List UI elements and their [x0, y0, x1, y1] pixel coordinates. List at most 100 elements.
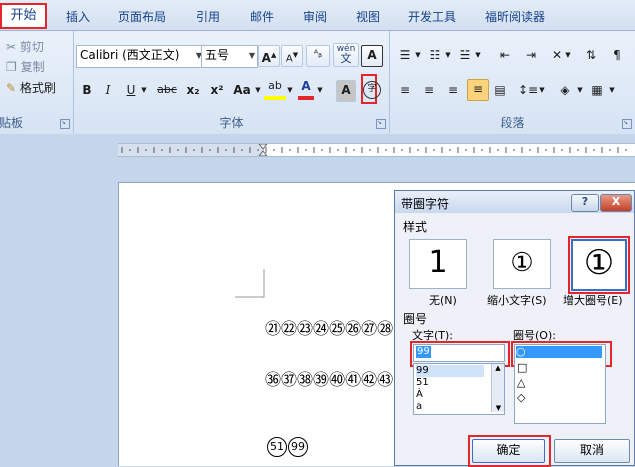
font-size-value: 五号 — [205, 48, 230, 62]
italic-button[interactable]: I — [102, 80, 114, 100]
shading-button[interactable]: ◈ — [556, 80, 574, 100]
sort-button[interactable]: ⇅ — [582, 45, 600, 65]
chevron-down-icon[interactable]: ▼ — [414, 45, 422, 65]
close-button[interactable]: X — [600, 194, 632, 212]
align-right-button[interactable]: ≡ — [444, 80, 462, 100]
text-list-item[interactable]: À — [416, 389, 423, 401]
font-color-button[interactable]: A — [298, 78, 314, 100]
superscript-button[interactable]: x² — [208, 80, 226, 100]
change-case-button[interactable]: Aa — [232, 80, 252, 100]
text-list-scrollbar[interactable]: ▲ ▼ — [491, 364, 504, 412]
paragraph-group: ☰ ▼ ☷ ▼ ☱ ▼ ⇤ ⇥ ✕ ▼ ⇅ ¶ ≡ ≡ ≡ ≡ ▤ ↕≡ ▼ ◈… — [390, 31, 635, 133]
align-center-button[interactable]: ≡ — [420, 80, 438, 100]
align-left-icon: ≡ — [399, 83, 411, 97]
style-enlarge-option[interactable]: ① — [571, 239, 627, 291]
borders-button[interactable]: ▦ — [588, 80, 606, 100]
decrease-indent-button[interactable]: ⇤ — [496, 45, 514, 65]
chevron-down-icon[interactable]: ▼ — [444, 45, 452, 65]
cancel-button[interactable]: 取消 — [554, 439, 630, 463]
tab-view[interactable]: 视图 — [356, 8, 380, 25]
ok-button[interactable]: 确定 — [472, 439, 545, 463]
scroll-down-icon[interactable]: ▼ — [492, 404, 505, 412]
grow-font-button[interactable]: A▲ — [258, 45, 280, 67]
chevron-down-icon[interactable]: ▼ — [608, 80, 616, 100]
help-button[interactable]: ? — [571, 194, 599, 212]
format-painter-button[interactable]: ✎ 格式刷 — [6, 78, 56, 98]
enclosure-diamond-option[interactable]: ◇ — [517, 392, 525, 404]
chevron-down-icon[interactable]: ▼ — [140, 80, 148, 100]
show-marks-button[interactable]: ¶ — [608, 45, 626, 65]
shrink-font-button[interactable]: A▼ — [281, 45, 303, 67]
enclose-characters-button[interactable]: 字 — [363, 81, 381, 99]
strikethrough-button[interactable]: abc — [156, 80, 178, 100]
style-none-option[interactable]: 1 — [409, 239, 467, 289]
copy-icon: ❐ — [6, 60, 17, 74]
style-shrink-option[interactable]: ① — [493, 239, 551, 289]
enclosure-triangle-option[interactable]: △ — [517, 377, 525, 389]
help-icon: ? — [581, 195, 589, 208]
enclosed-character: ㊳ — [297, 370, 314, 389]
font-size-combo[interactable]: 五号 ▼ — [201, 45, 258, 68]
multilevel-list-button[interactable]: ☱ — [456, 45, 474, 65]
enclosure-square-option[interactable]: □ — [517, 362, 527, 374]
horizontal-ruler[interactable] — [118, 143, 635, 157]
text-list-item[interactable]: 51 — [416, 377, 429, 389]
bullets-button[interactable]: ☰ — [396, 45, 414, 65]
tab-foxit-reader[interactable]: 福昕阅读器 — [485, 8, 545, 25]
ribbon: ✂ 剪切 ❐ 复制 ✎ 格式刷 贴板 ↘ Calibri (西文正文) ▼ 五号 ▼… — [0, 31, 635, 134]
text-list-item[interactable]: 99 — [416, 365, 484, 377]
tab-mailings[interactable]: 邮件 — [250, 8, 274, 25]
bold-button[interactable]: B — [80, 80, 94, 100]
justify-button[interactable]: ≡ — [467, 79, 489, 101]
tab-page-layout[interactable]: 页面布局 — [118, 8, 166, 25]
chevron-down-icon[interactable]: ▼ — [254, 80, 262, 100]
tab-insert[interactable]: 插入 — [66, 8, 90, 25]
distributed-button[interactable]: ▤ — [491, 80, 509, 100]
subscript-button[interactable]: x₂ — [184, 80, 202, 100]
dialog-launcher-icon[interactable]: ↘ — [60, 119, 70, 129]
paragraph-group-label: 段落 — [500, 116, 525, 130]
scroll-up-icon[interactable]: ▲ — [492, 364, 504, 372]
tab-developer[interactable]: 开发工具 — [408, 8, 456, 25]
clear-format-button[interactable]: ᴬᵦ — [306, 45, 330, 67]
chevron-down-icon: ▼ — [248, 51, 255, 60]
cut-button[interactable]: ✂ 剪切 — [6, 37, 44, 57]
phonetic-guide-button[interactable]: wén 文 — [333, 43, 359, 67]
chevron-down-icon[interactable]: ▼ — [538, 80, 546, 100]
text-list[interactable]: 99 51 À a ▲ ▼ — [413, 363, 505, 415]
enclosed-character: ㉑ — [265, 319, 282, 338]
line-spacing-button[interactable]: ↕≡ — [518, 80, 538, 100]
dialog-launcher-icon[interactable]: ↘ — [376, 119, 386, 129]
enclosure-list[interactable]: ○ □ △ ◇ — [514, 344, 606, 424]
font-name-combo[interactable]: Calibri (西文正文) ▼ — [76, 45, 205, 68]
chevron-down-icon[interactable]: ▼ — [474, 45, 482, 65]
enclosure-circle-option[interactable]: ○ — [516, 346, 602, 358]
dialog-launcher-icon[interactable]: ↘ — [622, 119, 632, 129]
underline-button[interactable]: U — [124, 80, 138, 100]
chevron-down-icon[interactable]: ▼ — [316, 80, 324, 100]
indent-icon: ⇥ — [525, 48, 537, 62]
increase-indent-button[interactable]: ⇥ — [522, 45, 540, 65]
copy-button[interactable]: ❐ 复制 — [6, 57, 45, 77]
enclosed-character: ㉔ — [313, 319, 330, 338]
style-none-preview: 1 — [428, 245, 448, 280]
char-shading-button[interactable]: A — [336, 80, 356, 102]
style-enlarge-label[interactable]: 增大圈号(E) — [563, 292, 623, 308]
style-none-label[interactable]: 无(N) — [429, 292, 457, 308]
style-shrink-label[interactable]: 缩小文字(S) — [487, 292, 547, 308]
text-input[interactable]: 99 — [413, 344, 505, 362]
highlight-button[interactable]: ab — [264, 78, 286, 100]
dialog-titlebar[interactable]: 带圈字符 ? X — [395, 191, 634, 213]
tab-references[interactable]: 引用 — [196, 8, 220, 25]
chevron-down-icon[interactable]: ▼ — [286, 80, 294, 100]
char-border-button[interactable]: A — [361, 45, 383, 67]
margin-corner-mark — [235, 269, 265, 298]
align-left-button[interactable]: ≡ — [396, 80, 414, 100]
chevron-down-icon[interactable]: ▼ — [576, 80, 584, 100]
tab-review[interactable]: 审阅 — [303, 8, 327, 25]
numbering-button[interactable]: ☷ — [426, 45, 444, 65]
chevron-down-icon[interactable]: ▼ — [564, 45, 572, 65]
tab-home[interactable]: 开始 — [0, 3, 47, 29]
eraser-icon: ᴬᵦ — [313, 49, 323, 60]
text-list-item[interactable]: a — [416, 401, 422, 413]
